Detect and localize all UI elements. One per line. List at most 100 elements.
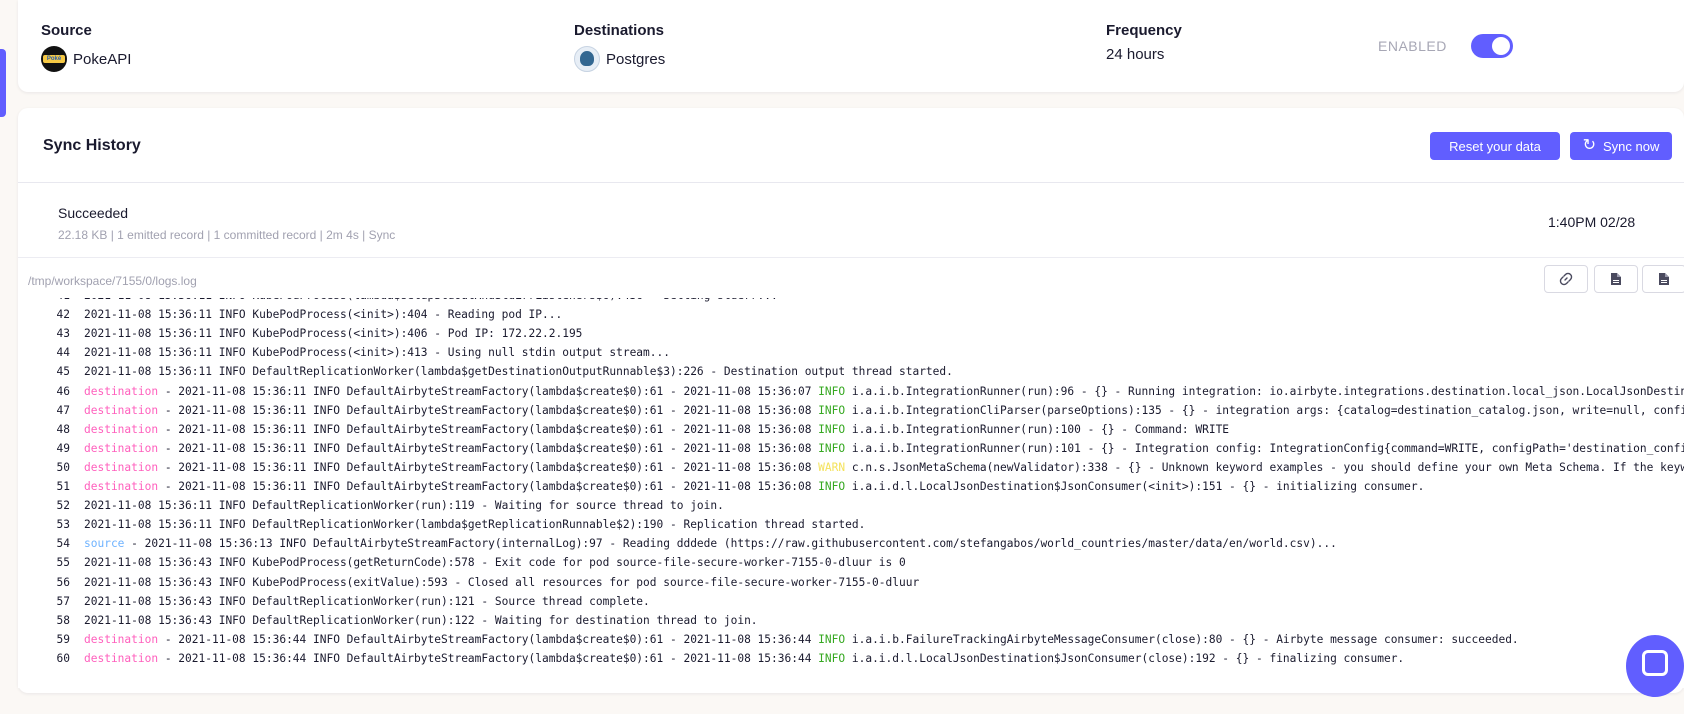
log-source-tag: destination bbox=[84, 651, 159, 665]
log-line-number: 57 bbox=[56, 594, 70, 608]
log-line: 49 destination - 2021-11-08 15:36:11 INFO… bbox=[18, 439, 1684, 458]
log-line-number: 42 bbox=[56, 308, 70, 322]
enabled-label: ENABLED bbox=[1378, 38, 1447, 54]
log-viewer[interactable]: 41 2021-11-08 15:36:11 INFO KubePodProces… bbox=[18, 298, 1684, 688]
connection-summary-card: Source Poké PokeAPI Destinations Postgre… bbox=[18, 0, 1684, 92]
log-message: 2021-11-08 15:36:43 INFO DefaultReplicat… bbox=[84, 613, 758, 627]
frequency-column: Frequency 24 hours bbox=[1106, 22, 1182, 63]
log-message: 2021-11-08 15:36:11 INFO DefaultReplicat… bbox=[84, 365, 953, 379]
destination-value[interactable]: Postgres bbox=[574, 46, 665, 72]
log-line-number: 58 bbox=[56, 613, 70, 627]
log-line-number: 50 bbox=[56, 460, 70, 474]
log-level: WARN bbox=[818, 460, 846, 474]
sync-history-title: Sync History bbox=[43, 137, 141, 154]
sync-now-button[interactable]: ↻ Sync now bbox=[1570, 132, 1672, 160]
log-prefix: - 2021-11-08 15:36:11 INFO DefaultAirbyt… bbox=[158, 441, 819, 455]
log-source-tag: destination bbox=[84, 422, 159, 436]
source-name: PokeAPI bbox=[73, 50, 132, 68]
sync-history-card: Sync History Reset your data ↻ Sync now … bbox=[18, 108, 1684, 693]
log-message: 2021-11-08 15:36:11 INFO KubePodProcess(… bbox=[84, 346, 670, 360]
log-prefix: - 2021-11-08 15:36:44 INFO DefaultAirbyt… bbox=[158, 632, 819, 646]
source-label: Source bbox=[41, 22, 92, 39]
log-line-number: 45 bbox=[56, 365, 70, 379]
log-message: 2021-11-08 15:36:43 INFO KubePodProcess(… bbox=[84, 575, 920, 589]
log-message: i.a.i.d.l.LocalJsonDestination$JsonConsu… bbox=[845, 651, 1405, 665]
chat-launcher-button[interactable] bbox=[1626, 635, 1684, 697]
log-line-number: 60 bbox=[56, 651, 70, 665]
enabled-toggle[interactable] bbox=[1471, 34, 1513, 58]
log-source-tag: destination bbox=[84, 384, 159, 398]
log-file-path: /tmp/workspace/7155/0/logs.log bbox=[28, 274, 197, 288]
log-line: 46 destination - 2021-11-08 15:36:11 INFO… bbox=[18, 382, 1684, 401]
sync-now-label: Sync now bbox=[1603, 138, 1660, 154]
log-line: 43 2021-11-08 15:36:11 INFO KubePodProces… bbox=[18, 324, 583, 343]
log-line: 54 source - 2021-11-08 15:36:13 INFO Defa… bbox=[18, 534, 1337, 553]
log-level: INFO bbox=[818, 651, 846, 665]
log-line-number: 59 bbox=[56, 632, 70, 646]
log-message: - 2021-11-08 15:36:13 INFO DefaultAirbyt… bbox=[124, 537, 1337, 551]
log-level: INFO bbox=[818, 441, 846, 455]
log-line: 57 2021-11-08 15:36:43 INFO DefaultReplic… bbox=[18, 592, 650, 611]
download-logs-button[interactable] bbox=[1594, 265, 1638, 293]
log-message: 2021-11-08 15:36:11 INFO DefaultReplicat… bbox=[84, 499, 724, 513]
log-level: INFO bbox=[818, 480, 846, 493]
view-logs-button[interactable] bbox=[1642, 265, 1684, 293]
log-message: i.a.i.b.IntegrationRunner(run):100 - {} … bbox=[845, 422, 1230, 436]
frequency-label: Frequency bbox=[1106, 22, 1182, 39]
source-column: Source Poké PokeAPI bbox=[41, 22, 131, 72]
log-line: 41 2021-11-08 15:36:11 INFO KubePodProces… bbox=[18, 298, 778, 305]
reset-data-button[interactable]: Reset your data bbox=[1430, 132, 1560, 160]
log-message: i.a.i.d.l.LocalJsonDestination$JsonConsu… bbox=[845, 480, 1425, 493]
log-source-tag: destination bbox=[84, 403, 159, 417]
log-message: 2021-11-08 15:36:11 INFO KubePodProcess(… bbox=[84, 298, 778, 302]
log-line: 56 2021-11-08 15:36:43 INFO KubePodProces… bbox=[18, 573, 920, 592]
log-line: 44 2021-11-08 15:36:11 INFO KubePodProces… bbox=[18, 343, 670, 362]
log-message: 2021-11-08 15:36:11 INFO KubePodProcess(… bbox=[84, 327, 583, 341]
log-source-tag: destination bbox=[84, 441, 159, 455]
log-message: i.a.i.b.FailureTrackingAirbyteMessageCon… bbox=[845, 632, 1519, 646]
log-line-number: 43 bbox=[56, 327, 70, 341]
log-line-number: 53 bbox=[56, 518, 70, 532]
job-meta: 22.18 KB | 1 emitted record | 1 committe… bbox=[58, 228, 396, 242]
log-source-tag: source bbox=[84, 537, 125, 551]
frequency-value: 24 hours bbox=[1106, 46, 1165, 63]
log-prefix: - 2021-11-08 15:36:11 INFO DefaultAirbyt… bbox=[158, 422, 819, 436]
log-prefix: - 2021-11-08 15:36:11 INFO DefaultAirbyt… bbox=[158, 384, 819, 398]
job-row[interactable]: Succeeded 22.18 KB | 1 emitted record | … bbox=[18, 183, 1684, 258]
log-line: 52 2021-11-08 15:36:11 INFO DefaultReplic… bbox=[18, 496, 724, 515]
log-message: 2021-11-08 15:36:43 INFO KubePodProcess(… bbox=[84, 556, 906, 570]
job-status: Succeeded bbox=[58, 205, 129, 221]
log-prefix: - 2021-11-08 15:36:11 INFO DefaultAirbyt… bbox=[158, 480, 819, 493]
log-line-number: 44 bbox=[56, 346, 70, 360]
link-icon bbox=[1559, 272, 1573, 286]
log-level: INFO bbox=[818, 632, 846, 646]
log-line: 48 destination - 2021-11-08 15:36:11 INFO… bbox=[18, 420, 1230, 439]
refresh-icon: ↻ bbox=[1582, 137, 1597, 154]
log-line: 51 destination - 2021-11-08 15:36:11 INFO… bbox=[18, 477, 1425, 496]
log-source-tag: destination bbox=[84, 460, 159, 474]
log-message: i.a.i.b.IntegrationRunner(run):101 - {} … bbox=[851, 441, 1684, 455]
log-message: 2021-11-08 15:36:43 INFO DefaultReplicat… bbox=[84, 594, 650, 608]
log-line-number: 56 bbox=[56, 575, 70, 589]
log-level: INFO bbox=[818, 422, 846, 436]
log-line-number: 49 bbox=[56, 441, 70, 455]
toggle-knob bbox=[1492, 37, 1510, 55]
job-time: 1:40PM 02/28 bbox=[1548, 214, 1636, 230]
log-line-number: 46 bbox=[56, 384, 70, 398]
destination-name: Postgres bbox=[606, 50, 666, 68]
log-prefix: - 2021-11-08 15:36:11 INFO DefaultAirbyt… bbox=[158, 403, 819, 417]
log-line: 47 destination - 2021-11-08 15:36:11 INFO… bbox=[18, 401, 1684, 420]
log-message: i.a.i.b.IntegrationCliParser(parseOption… bbox=[851, 403, 1684, 417]
log-line-number: 52 bbox=[56, 499, 70, 513]
log-line-number: 48 bbox=[56, 422, 70, 436]
source-value[interactable]: Poké PokeAPI bbox=[41, 46, 131, 72]
destination-label: Destinations bbox=[574, 22, 665, 39]
document-icon bbox=[1659, 273, 1669, 285]
log-line-number: 55 bbox=[56, 556, 70, 570]
log-line-number: 41 bbox=[18, 298, 70, 305]
copy-link-button[interactable] bbox=[1544, 265, 1588, 293]
log-message: 2021-11-08 15:36:11 INFO KubePodProcess(… bbox=[84, 308, 563, 322]
log-message: c.n.s.JsonMetaSchema(newValidator):338 -… bbox=[851, 460, 1684, 474]
file-icon bbox=[1611, 273, 1621, 285]
destination-column: Destinations Postgres bbox=[574, 22, 665, 72]
